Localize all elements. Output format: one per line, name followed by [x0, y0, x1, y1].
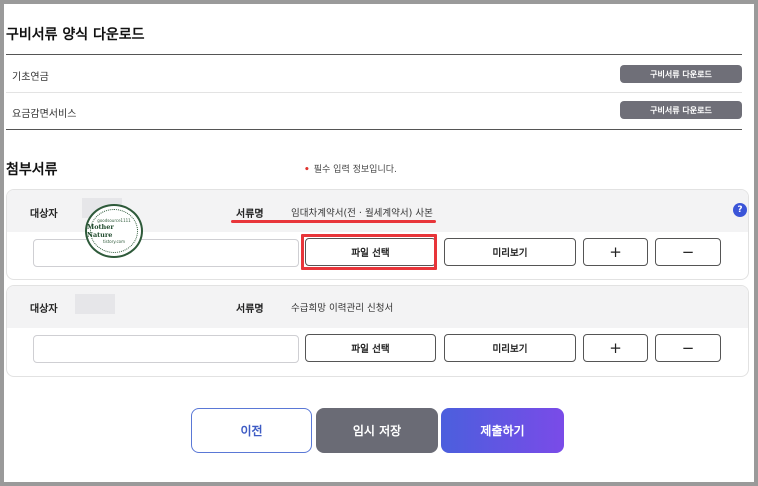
add-button[interactable]: +	[583, 334, 648, 362]
subject-name-masked	[75, 294, 115, 314]
watermark-bottom: tistory.com	[102, 239, 126, 244]
remove-button[interactable]: −	[655, 238, 721, 266]
watermark-top: goodsource1111	[97, 218, 131, 223]
file-path-input[interactable]	[33, 239, 299, 267]
file-select-button[interactable]: 파일 선택	[305, 334, 436, 362]
divider	[6, 92, 742, 93]
help-icon[interactable]: ?	[733, 203, 747, 217]
preview-button[interactable]: 미리보기	[444, 238, 576, 266]
subject-label: 대상자	[30, 304, 58, 315]
divider	[6, 129, 742, 130]
doc-label: 서류명	[236, 304, 264, 315]
required-note-text: 필수 입력 정보입니다.	[313, 165, 397, 175]
watermark-name: Mother Nature	[87, 223, 114, 239]
add-button[interactable]: +	[583, 238, 648, 266]
submit-button[interactable]: 제출하기	[441, 408, 564, 453]
remove-button[interactable]: −	[655, 334, 721, 362]
divider	[6, 54, 742, 55]
highlight-underline	[231, 220, 436, 223]
temp-save-button[interactable]: 임시 저장	[316, 408, 438, 453]
watermark-stamp: goodsource1111 Mother Nature tistory.com	[85, 204, 143, 258]
attach-section-title: 첨부서류	[6, 162, 58, 178]
preview-button[interactable]: 미리보기	[444, 334, 576, 362]
doc-label: 서류명	[236, 209, 264, 220]
doc-name: 임대차계약서(전 · 월세계약서) 사본	[291, 208, 433, 219]
file-path-input[interactable]	[33, 335, 299, 363]
required-note: • 필수 입력 정보입니다.	[304, 162, 397, 175]
prev-button[interactable]: 이전	[191, 408, 312, 453]
download-forms-button[interactable]: 구비서류 다운로드	[620, 101, 742, 119]
forms-section-title: 구비서류 양식 다운로드	[6, 27, 145, 43]
subject-label: 대상자	[30, 209, 58, 220]
form-row-label: 요금감면서비스	[12, 109, 77, 120]
attachment-card	[6, 285, 749, 377]
doc-name: 수급희망 이력관리 신청서	[291, 303, 394, 314]
required-mark: •	[304, 165, 310, 175]
form-row-label: 기초연금	[12, 72, 49, 83]
highlight-box	[301, 234, 437, 270]
download-forms-button[interactable]: 구비서류 다운로드	[620, 65, 742, 83]
